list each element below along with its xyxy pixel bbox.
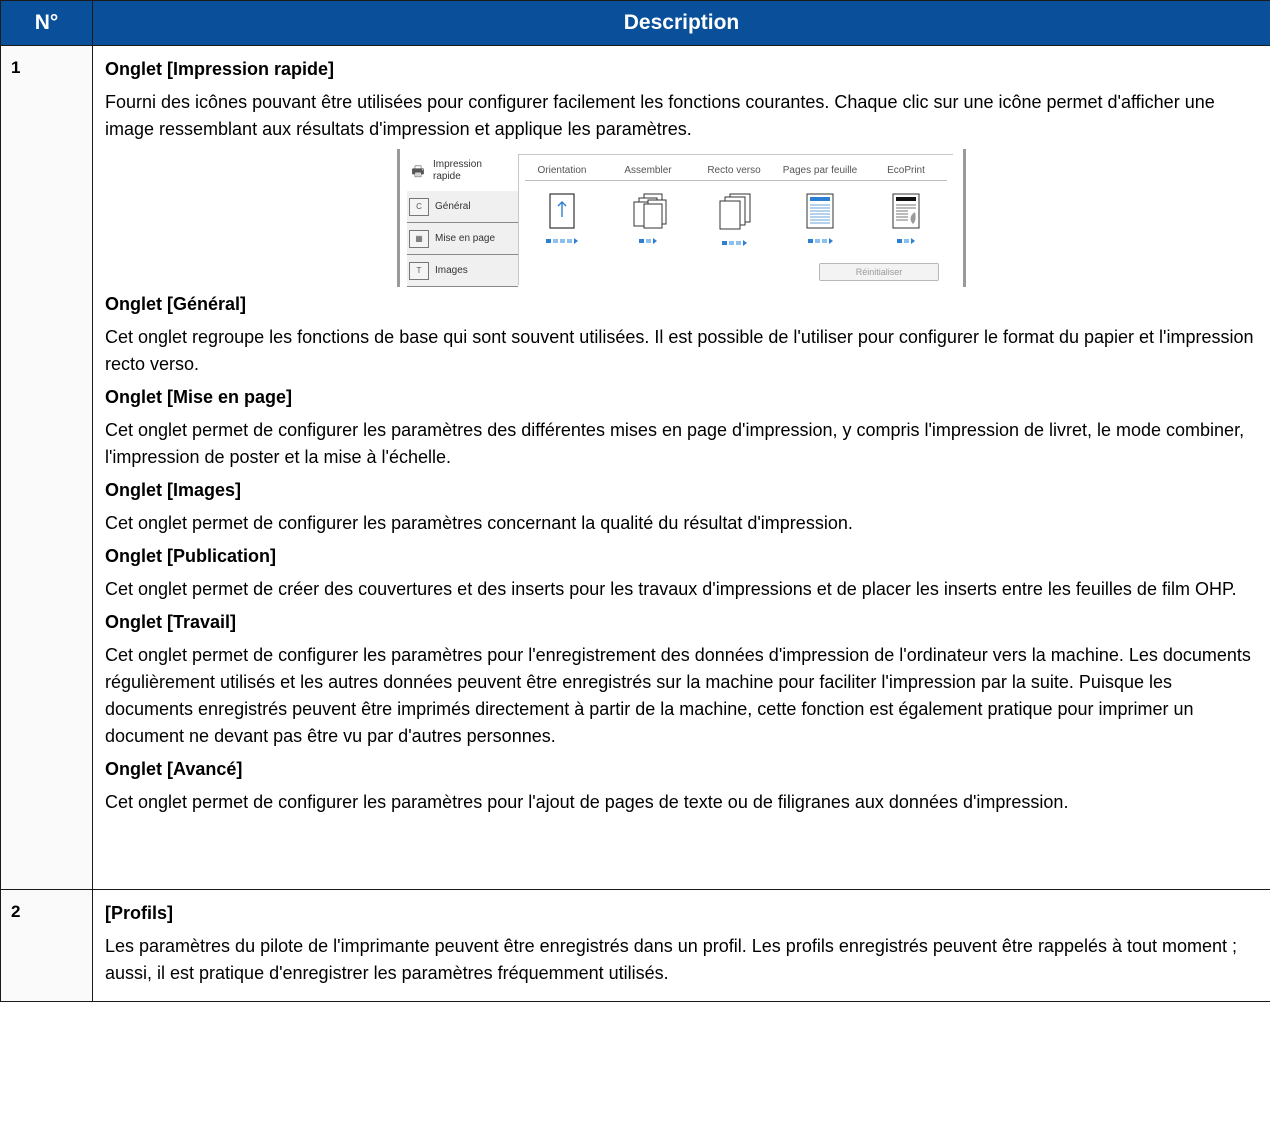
tab-label: Mise en page [435,232,496,244]
section-avance: Onglet [Avancé] Cet onglet permet de con… [105,756,1258,816]
table-row: 1 Onglet [Impression rapide] Fourni des … [0,45,1270,890]
pages-per-sheet-icon [777,193,863,233]
section-title: Onglet [Impression rapide] [105,59,335,79]
column-ecoprint: EcoPrint [863,165,949,244]
option-indicator [863,238,949,244]
option-indicator [691,240,777,246]
settings-page-icon: C [409,197,429,216]
section-impression-rapide: Onglet [Impression rapide] Fourni des ic… [105,56,1258,143]
reset-button: Réinitialiser [819,263,939,281]
row-number: 2 [0,889,93,1002]
section-text: Cet onglet permet de configurer les para… [105,792,1069,812]
tab-label: Général [435,200,471,212]
column-label: Recto verso [707,165,761,176]
section-title: Onglet [Mise en page] [105,387,293,407]
tab-general: C Général [407,191,518,223]
tab-impression-rapide: 🖶 Impression rapide [407,154,518,187]
section-travail: Onglet [Travail] Cet onglet permet de co… [105,609,1258,750]
option-indicator [777,238,863,244]
section-title: Onglet [Publication] [105,546,276,566]
row-number: 1 [0,45,93,890]
section-text: Fourni des icônes pouvant être utilisées… [105,92,1215,139]
column-recto-verso: Recto verso [691,165,777,246]
option-indicator [605,238,691,244]
quick-print-panel: Orientation Assembler Recto verso Pages … [518,154,953,285]
section-text: Les paramètres du pilote de l'imprimante… [105,936,1238,983]
table-header-row: N° Description [0,0,1270,46]
section-text: Cet onglet permet de configurer les para… [105,645,1251,746]
column-pages-par-feuille: Pages par feuille [777,165,863,244]
ecoprint-icon [863,193,949,233]
column-assembler: Assembler [605,165,691,244]
layout-icon: ▦ [409,229,429,248]
collate-icon [605,193,691,233]
section-text: Cet onglet permet de configurer les para… [105,513,853,533]
duplex-icon [691,193,777,235]
screenshot-sidebar: 🖶 Impression rapide C Général ▦ Mise en … [407,154,518,287]
header-description: Description [92,0,1270,46]
section-text: Cet onglet permet de créer des couvertur… [105,579,1237,599]
description-table: N° Description 1 Onglet [Impression rapi… [0,0,1270,1002]
driver-screenshot: 🖶 Impression rapide C Général ▦ Mise en … [105,149,1258,287]
table-row: 2 [Profils] Les paramètres du pilote de … [0,889,1270,1002]
section-images: Onglet [Images] Cet onglet permet de con… [105,477,1258,537]
section-text: Cet onglet permet de configurer les para… [105,420,1245,467]
portrait-orientation-icon [519,193,605,233]
section-title: Onglet [Avancé] [105,759,243,779]
printer-icon: 🖶 [411,162,425,179]
section-general: Onglet [Général] Cet onglet regroupe les… [105,291,1258,378]
tab-label: Impression rapide [433,158,482,182]
image-icon: T [409,261,429,280]
column-orientation: Orientation [519,165,605,244]
section-publication: Onglet [Publication] Cet onglet permet d… [105,543,1258,603]
column-label: Orientation [537,165,587,176]
tab-images: T Images [407,255,518,287]
tab-mise-en-page: ▦ Mise en page [407,223,518,255]
section-title: Onglet [Travail] [105,612,237,632]
row-description: [Profils] Les paramètres du pilote de l'… [92,889,1270,1002]
tab-label: Images [435,264,468,276]
section-mise-en-page: Onglet [Mise en page] Cet onglet permet … [105,384,1258,471]
option-indicator [519,238,605,244]
header-num: N° [0,0,93,46]
section-text: Cet onglet regroupe les fonctions de bas… [105,327,1254,374]
section-title: Onglet [Images] [105,480,242,500]
row-description: Onglet [Impression rapide] Fourni des ic… [92,45,1270,890]
column-label: Assembler [624,165,672,176]
column-label: Pages par feuille [782,165,858,176]
section-title: [Profils] [105,903,174,923]
section-title: Onglet [Général] [105,294,247,314]
column-label: EcoPrint [887,165,925,176]
